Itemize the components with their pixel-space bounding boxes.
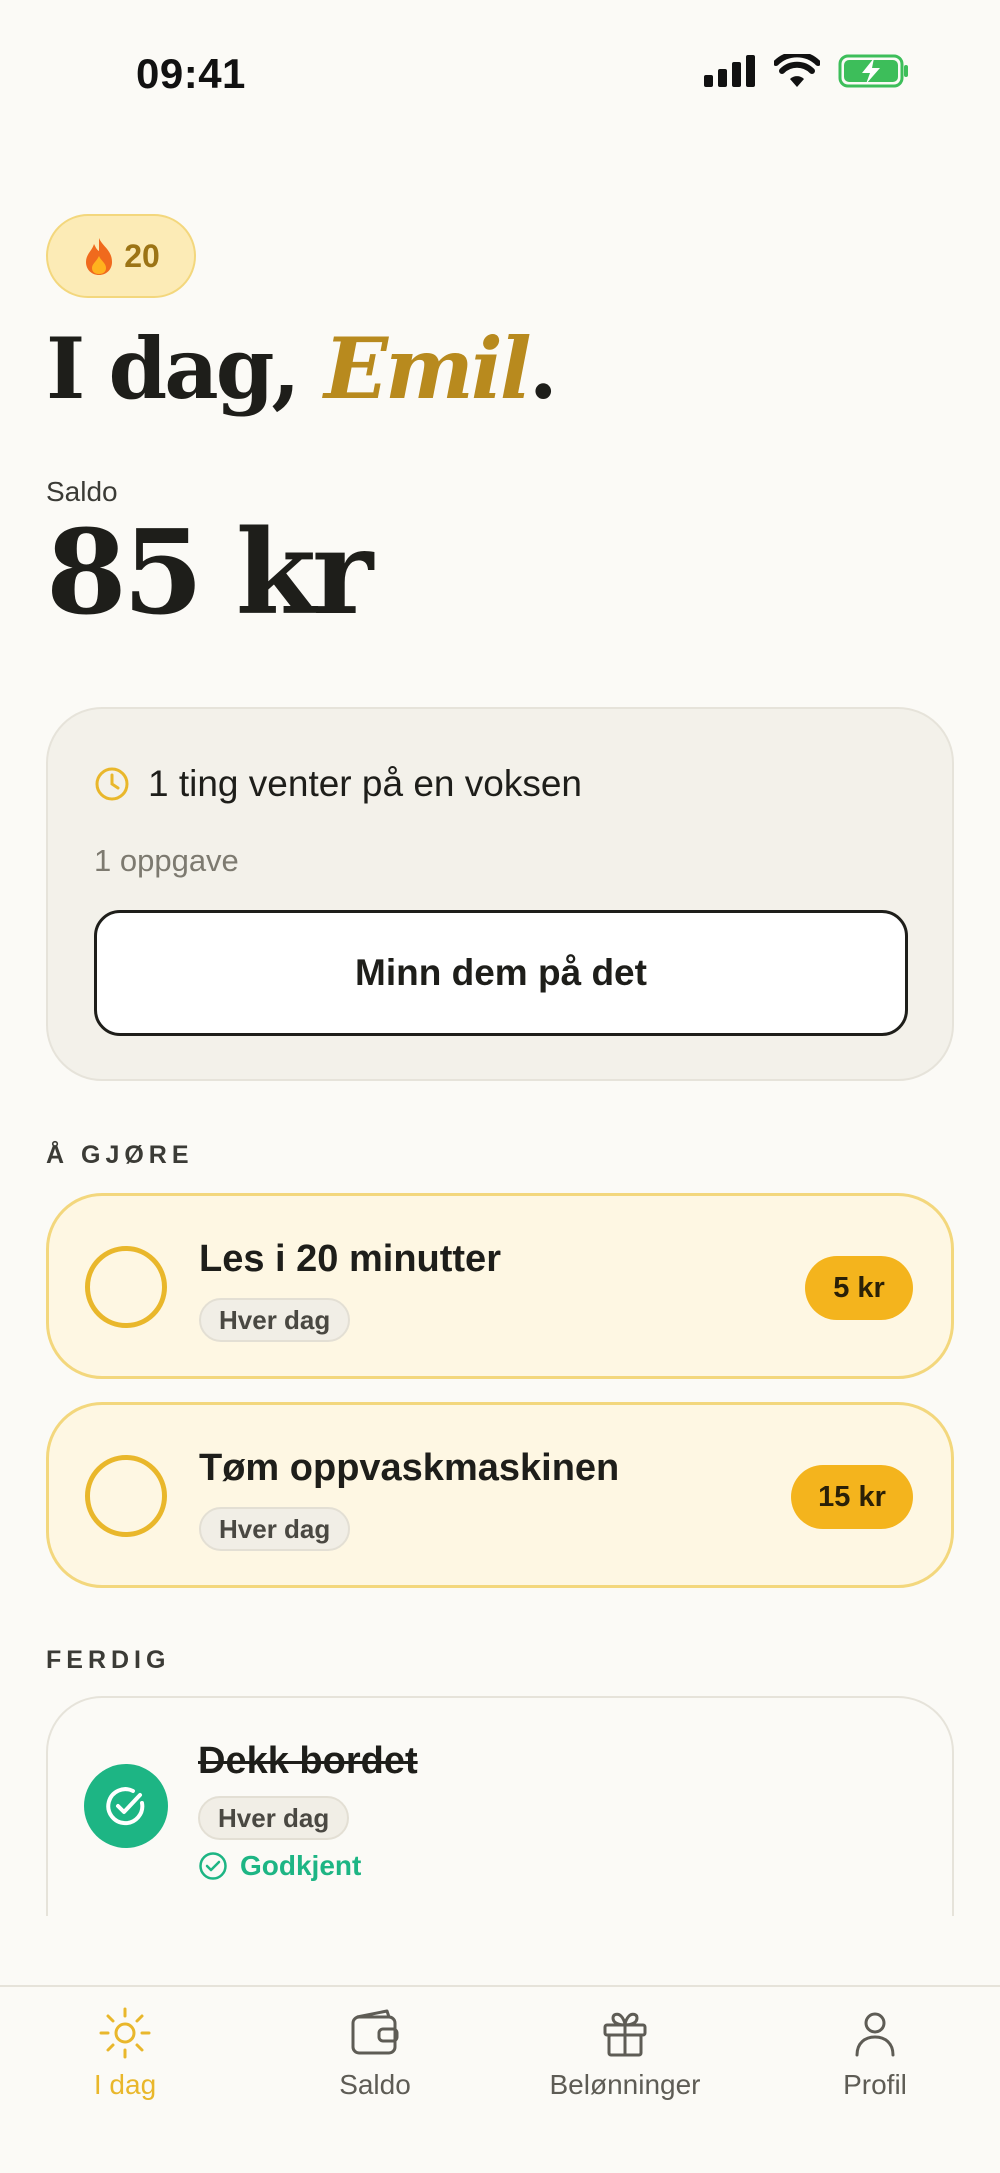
nav-label: Belønninger (549, 2069, 701, 2100)
pending-title: 1 ting venter på en voksen (148, 763, 583, 804)
done-task-card[interactable]: Dekk bordet Hver dag Godkjent (46, 1696, 954, 1916)
balance-label: Saldo (46, 476, 118, 507)
bottom-nav: I dag Saldo Belønninger Profil (0, 1985, 1000, 2173)
cellular-signal-icon (704, 55, 755, 87)
pending-subtitle: 1 oppgave (94, 843, 239, 878)
nav-item-rewards[interactable]: Belønninger (500, 2005, 750, 2125)
nav-label: Profil (843, 2069, 907, 2100)
task-title: Tøm oppvaskmaskinen (199, 1447, 620, 1489)
greeting-name: Emil (323, 319, 532, 418)
streak-count: 20 (124, 237, 160, 274)
task-checkbox[interactable] (85, 1455, 167, 1537)
reward-pill: 5 kr (805, 1256, 913, 1320)
greeting-prefix: I dag, (46, 319, 301, 418)
pending-header: 1 ting venter på en voksen (94, 763, 582, 805)
status-bar: 09:41 (0, 0, 1000, 150)
approved-label: Godkjent (240, 1850, 362, 1881)
person-icon (855, 2012, 895, 2057)
remind-button[interactable]: Minn dem på det (94, 910, 908, 1036)
gift-icon (603, 2012, 647, 2057)
task-title: Les i 20 minutter (199, 1238, 501, 1280)
task-checkbox[interactable] (85, 1246, 167, 1328)
pending-approval-card: 1 ting venter på en voksen 1 oppgave Min… (46, 707, 954, 1081)
reward-pill: 15 kr (791, 1465, 913, 1529)
check-circle-icon (106, 1787, 145, 1826)
wallet-icon (351, 2009, 399, 2055)
status-time: 09:41 (136, 50, 246, 97)
approved-status: Godkjent (198, 1850, 361, 1882)
nav-item-today[interactable]: I dag (0, 2005, 250, 2125)
today-screen: 09:41 20 I dag, Emil. Saldo 85 kr 1 ting… (0, 0, 1000, 2173)
task-card[interactable]: Tøm oppvaskmaskinen Hver dag 15 kr (46, 1402, 954, 1588)
status-icons (704, 54, 910, 88)
nav-item-balance[interactable]: Saldo (250, 2005, 500, 2125)
flame-icon (86, 238, 113, 275)
nav-label: I dag (93, 2069, 157, 2100)
check-circle-icon (199, 1852, 227, 1880)
completed-check (84, 1764, 168, 1848)
task-card[interactable]: Les i 20 minutter Hver dag 5 kr (46, 1193, 954, 1379)
done-section-label: FERDIG (46, 1646, 171, 1674)
battery-charging-icon (838, 54, 908, 88)
clock-icon (95, 767, 129, 801)
frequency-chip: Hver dag (199, 1298, 351, 1342)
greeting-suffix: . (528, 319, 558, 418)
sun-icon (99, 2007, 151, 2059)
wifi-icon (774, 54, 820, 87)
nav-item-profile[interactable]: Profil (750, 2005, 1000, 2125)
frequency-chip: Hver dag (199, 1507, 351, 1551)
nav-label: Saldo (339, 2069, 411, 2100)
page-title: I dag, Emil. (46, 324, 558, 413)
frequency-chip: Hver dag (198, 1796, 350, 1840)
todo-section-label: Å GJØRE (46, 1141, 194, 1169)
streak-badge[interactable]: 20 (46, 214, 196, 298)
task-title: Dekk bordet (198, 1740, 418, 1782)
balance-value: 85 kr (46, 505, 373, 641)
